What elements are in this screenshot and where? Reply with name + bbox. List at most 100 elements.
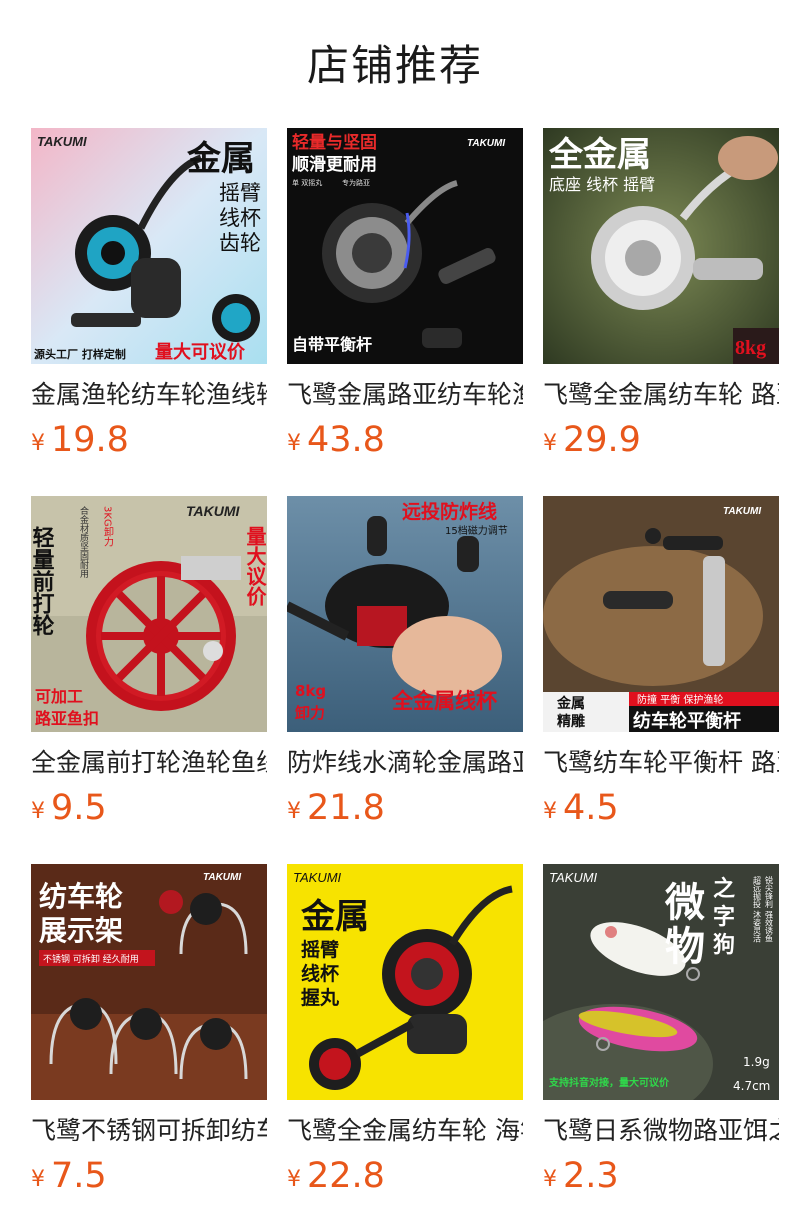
product-image[interactable]: TAKUMI 金属 精雕 防撞 平衡 保护渔轮 纺车轮平衡杆: [543, 496, 779, 732]
brand-logo: TAKUMI: [186, 503, 241, 519]
svg-text:全金属: 全金属: [548, 135, 651, 175]
svg-text:卸力: 卸力: [295, 704, 325, 722]
svg-text:超远抛投 沐姿灵活: 超远抛投 沐姿灵活: [753, 875, 762, 944]
svg-text:摇臂: 摇臂: [301, 938, 339, 961]
svg-text:单 双摇丸: 单 双摇丸: [292, 178, 322, 187]
product-title[interactable]: 飞鹭全金属纺车轮 路亚轮: [543, 378, 779, 412]
product-card[interactable]: 全金属 底座 线杯 摇臂 8kg 飞鹭全金属纺车轮 路亚轮 ¥29.9: [543, 128, 779, 496]
product-price: ¥29.9: [543, 420, 779, 460]
svg-text:路亚鱼扣: 路亚鱼扣: [35, 709, 99, 728]
svg-text:底座 线杯 摇臂: 底座 线杯 摇臂: [549, 175, 655, 194]
svg-text:8kg: 8kg: [735, 337, 766, 359]
section-title: 店铺推荐: [306, 41, 483, 90]
product-title[interactable]: 飞鹭不锈钢可拆卸纺车轮展示架: [31, 1114, 267, 1148]
product-image[interactable]: 全金属 底座 线杯 摇臂 8kg: [543, 128, 779, 364]
svg-text:金属: 金属: [300, 897, 369, 937]
svg-text:线杯: 线杯: [301, 962, 339, 985]
price-value: 43.8: [307, 420, 385, 460]
product-title[interactable]: 飞鹭日系微物路亚饵之字狗: [543, 1114, 779, 1148]
product-price: ¥4.5: [543, 788, 779, 828]
product-image[interactable]: TAKUMI 金属 摇臂 线杯 齿轮 源头工厂 打样定制 量大可议价: [31, 128, 267, 364]
price-value: 7.5: [51, 1156, 107, 1196]
brand-logo: TAKUMI: [37, 134, 87, 149]
currency-symbol: ¥: [287, 431, 301, 456]
svg-text:源头工厂 打样定制: 源头工厂 打样定制: [34, 347, 126, 361]
product-card[interactable]: 远投防炸线 15档磁力调节 8kg 卸力 全金属线杯 防炸线水滴轮金属路亚轮 ¥…: [287, 496, 523, 864]
svg-text:量大可议价: 量大可议价: [155, 341, 246, 363]
product-title[interactable]: 飞鹭金属路亚纺车轮渔线轮: [287, 378, 523, 412]
product-image[interactable]: TAKUMI 金属 摇臂 线杯 握丸: [287, 864, 523, 1100]
product-title[interactable]: 金属渔轮纺车轮渔线轮: [31, 378, 267, 412]
price-value: 22.8: [307, 1156, 385, 1196]
product-card[interactable]: TAKUMI 纺车轮 展示架 不锈钢 可拆卸 经久耐用 飞鹭不锈钢可拆卸纺车轮展…: [31, 864, 267, 1232]
svg-text:全金属线杯: 全金属线杯: [391, 689, 497, 713]
product-price: ¥22.8: [287, 1156, 523, 1196]
brand-logo: TAKUMI: [723, 506, 761, 517]
svg-text:远投防炸线: 远投防炸线: [402, 500, 497, 523]
currency-symbol: ¥: [287, 799, 301, 824]
svg-text:顺滑更耐用: 顺滑更耐用: [292, 154, 377, 175]
svg-text:线杯: 线杯: [219, 206, 261, 230]
product-price: ¥9.5: [31, 788, 267, 828]
product-card[interactable]: TAKUMI 金属 摇臂 线杯 握丸 飞鹭全金属纺车轮 海竿轮 ¥22.8: [287, 864, 523, 1232]
currency-symbol: ¥: [543, 799, 557, 824]
svg-text:自带平衡杆: 自带平衡杆: [292, 335, 372, 354]
product-price: ¥7.5: [31, 1156, 267, 1196]
currency-symbol: ¥: [287, 1167, 301, 1192]
svg-text:1.9g: 1.9g: [743, 1055, 770, 1069]
product-card[interactable]: TAKUMI 金属 精雕 防撞 平衡 保护渔轮 纺车轮平衡杆 飞鹭纺车轮平衡杆 …: [543, 496, 779, 864]
svg-text:支持抖音对接，量大可议价: 支持抖音对接，量大可议价: [548, 1076, 670, 1089]
product-grid: TAKUMI 金属 摇臂 线杯 齿轮 源头工厂 打样定制 量大可议价 金属渔轮纺…: [31, 128, 781, 1232]
product-title[interactable]: 防炸线水滴轮金属路亚轮: [287, 746, 523, 780]
product-price: ¥2.3: [543, 1156, 779, 1196]
svg-text:纺车轮平衡杆: 纺车轮平衡杆: [633, 710, 741, 732]
currency-symbol: ¥: [31, 1167, 45, 1192]
svg-text:摇臂: 摇臂: [219, 181, 261, 205]
svg-text:之: 之: [713, 876, 735, 902]
brand-logo: TAKUMI: [203, 872, 241, 883]
product-image[interactable]: TAKUMI 微 物 之 字 狗 超远抛投 沐姿灵活 锐尖锋利 强效诱鱼 1.9…: [543, 864, 779, 1100]
product-card[interactable]: 轻量与坚固 顺滑更耐用 单 双摇丸 专为路亚 TAKUMI 自带平衡杆 飞鹭金属…: [287, 128, 523, 496]
currency-symbol: ¥: [543, 1167, 557, 1192]
currency-symbol: ¥: [543, 431, 557, 456]
svg-text:不锈钢 可拆卸 经久耐用: 不锈钢 可拆卸 经久耐用: [43, 953, 139, 965]
svg-text:防撞 平衡 保护渔轮: 防撞 平衡 保护渔轮: [637, 693, 723, 706]
svg-text:狗: 狗: [713, 932, 735, 958]
price-value: 4.5: [563, 788, 619, 828]
product-title[interactable]: 飞鹭纺车轮平衡杆 路亚配件: [543, 746, 779, 780]
price-value: 29.9: [563, 420, 641, 460]
product-title[interactable]: 飞鹭全金属纺车轮 海竿轮: [287, 1114, 523, 1148]
svg-text:纺车轮: 纺车轮: [39, 880, 123, 913]
svg-text:锐尖锋利 强效诱鱼: 锐尖锋利 强效诱鱼: [765, 875, 774, 943]
price-value: 21.8: [307, 788, 385, 828]
price-value: 19.8: [51, 420, 129, 460]
currency-symbol: ¥: [31, 431, 45, 456]
currency-symbol: ¥: [31, 799, 45, 824]
svg-text:握丸: 握丸: [301, 986, 340, 1009]
svg-text:精雕: 精雕: [557, 713, 585, 730]
product-title[interactable]: 全金属前打轮渔轮鱼线轮: [31, 746, 267, 780]
svg-text:金属: 金属: [186, 139, 255, 179]
svg-text:物: 物: [665, 923, 705, 970]
svg-text:齿轮: 齿轮: [219, 231, 261, 255]
price-value: 2.3: [563, 1156, 619, 1196]
svg-text:微: 微: [664, 879, 705, 926]
product-card[interactable]: TAKUMI 微 物 之 字 狗 超远抛投 沐姿灵活 锐尖锋利 强效诱鱼 1.9…: [543, 864, 779, 1232]
svg-text:专为路亚: 专为路亚: [342, 178, 370, 187]
product-card[interactable]: TAKUMI 金属 摇臂 线杯 齿轮 源头工厂 打样定制 量大可议价 金属渔轮纺…: [31, 128, 267, 496]
svg-text:4.7cm: 4.7cm: [733, 1079, 770, 1093]
svg-text:轻量与坚固: 轻量与坚固: [292, 132, 377, 153]
product-price: ¥43.8: [287, 420, 523, 460]
product-card[interactable]: TAKUMI 轻量前打轮 合金材质坚固耐用 3KG卸力 量大议价 可加工 路亚鱼…: [31, 496, 267, 864]
product-image[interactable]: 轻量与坚固 顺滑更耐用 单 双摇丸 专为路亚 TAKUMI 自带平衡杆: [287, 128, 523, 364]
svg-text:展示架: 展示架: [39, 914, 123, 947]
product-image[interactable]: TAKUMI 纺车轮 展示架 不锈钢 可拆卸 经久耐用: [31, 864, 267, 1100]
product-image[interactable]: 远投防炸线 15档磁力调节 8kg 卸力 全金属线杯: [287, 496, 523, 732]
product-image[interactable]: TAKUMI 轻量前打轮 合金材质坚固耐用 3KG卸力 量大议价 可加工 路亚鱼…: [31, 496, 267, 732]
product-price: ¥19.8: [31, 420, 267, 460]
svg-text:可加工: 可加工: [35, 687, 83, 706]
svg-text:8kg: 8kg: [295, 682, 326, 700]
svg-text:金属: 金属: [556, 695, 585, 712]
svg-text:3KG卸力: 3KG卸力: [102, 506, 114, 547]
svg-text:量大议价: 量大议价: [243, 526, 267, 607]
